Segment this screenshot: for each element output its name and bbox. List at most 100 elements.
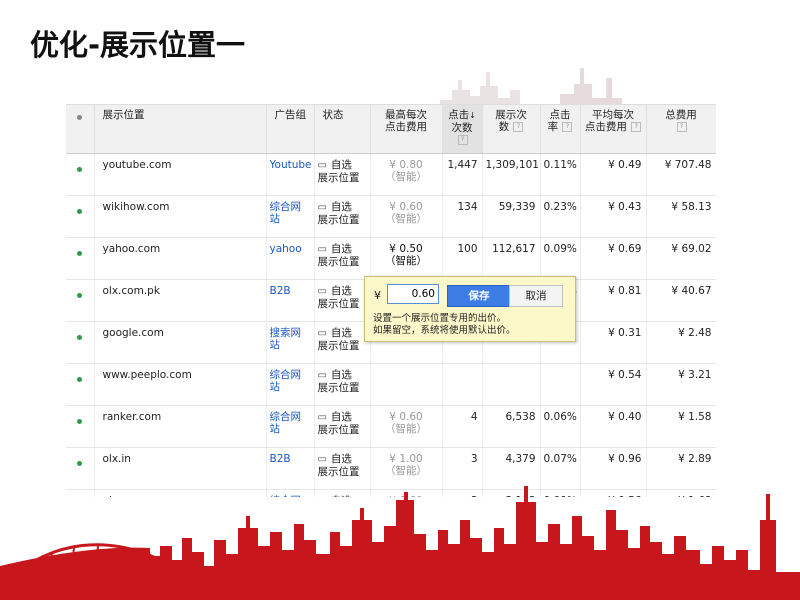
clicks-cell: 134 xyxy=(442,195,483,238)
header-adgroup[interactable]: 广告组 xyxy=(266,105,315,154)
impressions-cell: 112,617 xyxy=(482,237,541,280)
adgroup-link[interactable]: yahoo xyxy=(270,243,302,255)
speech-bubble-icon[interactable]: ▭ xyxy=(318,160,328,172)
max-cpc-cell[interactable] xyxy=(370,363,443,406)
impressions-cell: 6,538 xyxy=(482,405,541,448)
speech-bubble-icon[interactable]: ▭ xyxy=(318,412,328,424)
adgroup-link[interactable]: Youtube xyxy=(270,159,312,171)
header-ctr[interactable]: 点击率 ? xyxy=(540,105,581,154)
enabled-status-icon xyxy=(77,419,83,424)
adgroup-cell: 综合网站 xyxy=(266,405,315,448)
table-row: www.peeplo.com 综合网站 ▭ 自选 展示位置 ¥ 0.54 ¥ 3.21 xyxy=(66,363,716,406)
row-status-dot xyxy=(66,321,95,364)
cancel-button[interactable]: 取消 xyxy=(509,285,563,307)
adgroup-link[interactable]: 综合网站 xyxy=(270,201,302,225)
status-dot-icon xyxy=(77,115,83,120)
speech-bubble-icon[interactable]: ▭ xyxy=(318,328,328,340)
ctr-cell: 0.09% xyxy=(540,237,581,280)
header-max-cpc[interactable]: 最高每次 点击费用 xyxy=(370,105,443,154)
speech-bubble-icon[interactable]: ▭ xyxy=(318,244,328,256)
placement-cell: youtube.com xyxy=(94,153,267,196)
currency-symbol: ¥ xyxy=(374,289,381,302)
adgroup-link[interactable]: B2B xyxy=(270,453,291,465)
status-cell: ▭ 自选展示位置 xyxy=(314,321,371,364)
speech-bubble-icon[interactable]: ▭ xyxy=(318,286,328,298)
clicks-cell: 1,447 xyxy=(442,153,483,196)
table-row: wikihow.com 综合网站 ▭ 自选 展示位置 ¥ 0.60 （智能） 134 59,3… xyxy=(66,195,716,238)
placement-url: youtube.com xyxy=(102,159,172,171)
header-status[interactable]: 状态 xyxy=(314,105,371,154)
enabled-status-icon xyxy=(77,293,83,298)
row-status-dot xyxy=(66,363,95,406)
clicks-cell: 4 xyxy=(442,405,483,448)
ctr-cell: 0.23% xyxy=(540,195,581,238)
help-icon[interactable]: ? xyxy=(676,122,687,132)
status-text: 自选 xyxy=(330,243,352,255)
status-text: 展示位置 xyxy=(317,466,360,478)
adgroup-link[interactable]: 综合网站 xyxy=(270,411,302,435)
adgroup-link[interactable]: 搜索网站 xyxy=(270,327,302,351)
max-cpc-cell[interactable]: ¥ 0.60（智能） xyxy=(370,405,443,448)
avg-cpc-cell: ¥ 0.81 xyxy=(580,279,647,322)
header-clicks[interactable]: 点击↓ 次数? xyxy=(442,105,483,154)
cost-cell: ¥ 1.58 xyxy=(646,405,716,448)
cost-cell: ¥ 3.21 xyxy=(646,363,716,406)
adgroup-link[interactable]: 综合网站 xyxy=(270,369,302,393)
avg-cpc-cell: ¥ 0.69 xyxy=(580,237,647,280)
adgroup-cell: yahoo xyxy=(266,237,315,280)
clicks-cell xyxy=(442,363,483,406)
table-row: ranker.com 综合网站 ▭ 自选 展示位置 ¥ 0.60 （智能） 4 6,538 0.… xyxy=(66,405,716,448)
ctr-cell: 0.06% xyxy=(540,405,581,448)
max-cpc-cell[interactable]: ¥ 0.80 （智能） xyxy=(370,153,443,196)
placement-cell: www.peeplo.com xyxy=(94,363,267,406)
avg-cpc-cell: ¥ 0.43 xyxy=(580,195,647,238)
save-button[interactable]: 保存 xyxy=(447,285,511,307)
city-skyline-decoration xyxy=(0,486,800,600)
help-icon[interactable]: ? xyxy=(631,122,642,132)
placement-url: google.com xyxy=(102,327,164,339)
adgroup-cell: Youtube xyxy=(266,153,315,196)
cost-cell: ¥ 707.48 xyxy=(646,153,716,196)
ctr-cell xyxy=(540,363,581,406)
placement-url: olx.com.pk xyxy=(102,285,160,297)
help-icon[interactable]: ? xyxy=(513,122,524,132)
status-text: 自选 xyxy=(330,285,352,297)
placement-url: www.peeplo.com xyxy=(102,369,192,381)
placement-cell: google.com xyxy=(94,321,267,364)
table-row: yahoo.com yahoo ▭ 自选 展示位置 ¥ 0.50 （智能） 100 112,6… xyxy=(66,237,716,280)
enabled-status-icon xyxy=(77,461,83,466)
row-status-dot xyxy=(66,153,95,196)
status-text: 自选 xyxy=(330,369,352,381)
header-avg-cpc[interactable]: 平均每次 点击费用 ? xyxy=(580,105,647,154)
bid-help-note-line: 如果留空，系统将使用默认出价。 xyxy=(373,325,516,336)
max-cpc-cell[interactable]: ¥ 0.50 （智能） xyxy=(370,237,443,280)
enabled-status-icon xyxy=(77,335,83,340)
row-status-dot xyxy=(66,195,95,238)
help-icon[interactable]: ? xyxy=(457,135,468,145)
avg-cpc-cell: ¥ 0.54 xyxy=(580,363,647,406)
placement-url: wikihow.com xyxy=(102,201,170,213)
placement-cell: ranker.com xyxy=(94,405,267,448)
table-row: youtube.com Youtube ▭ 自选 展示位置 ¥ 0.80 （智能） 1,44… xyxy=(66,153,716,196)
header-placement[interactable]: 展示位置 xyxy=(94,105,267,154)
speech-bubble-icon[interactable]: ▭ xyxy=(318,454,328,466)
cost-cell: ¥ 69.02 xyxy=(646,237,716,280)
speech-bubble-icon[interactable]: ▭ xyxy=(318,202,328,214)
header-status-dot[interactable] xyxy=(66,105,95,154)
max-cpc-cell[interactable]: ¥ 0.60（智能） xyxy=(370,195,443,238)
status-text: 自选 xyxy=(330,453,352,465)
placement-url: olx.in xyxy=(102,453,131,465)
bid-input[interactable] xyxy=(387,284,439,304)
header-impressions[interactable]: 展示次数 ? xyxy=(482,105,541,154)
bid-help-note: 设置一个展示位置专用的出价。 如果留空，系统将使用默认出价。 xyxy=(373,313,516,337)
status-text: 展示位置 xyxy=(317,214,360,226)
header-cost[interactable]: 总费用? xyxy=(646,105,716,154)
status-cell: ▭ 自选展示位置 xyxy=(314,279,371,322)
help-icon[interactable]: ? xyxy=(562,122,573,132)
adgroup-link[interactable]: B2B xyxy=(270,285,291,297)
status-text: 展示位置 xyxy=(317,172,360,184)
speech-bubble-icon[interactable]: ▭ xyxy=(318,370,328,382)
cost-cell: ¥ 40.67 xyxy=(646,279,716,322)
impressions-cell xyxy=(482,363,541,406)
status-cell: ▭ 自选展示位置 xyxy=(314,153,371,196)
